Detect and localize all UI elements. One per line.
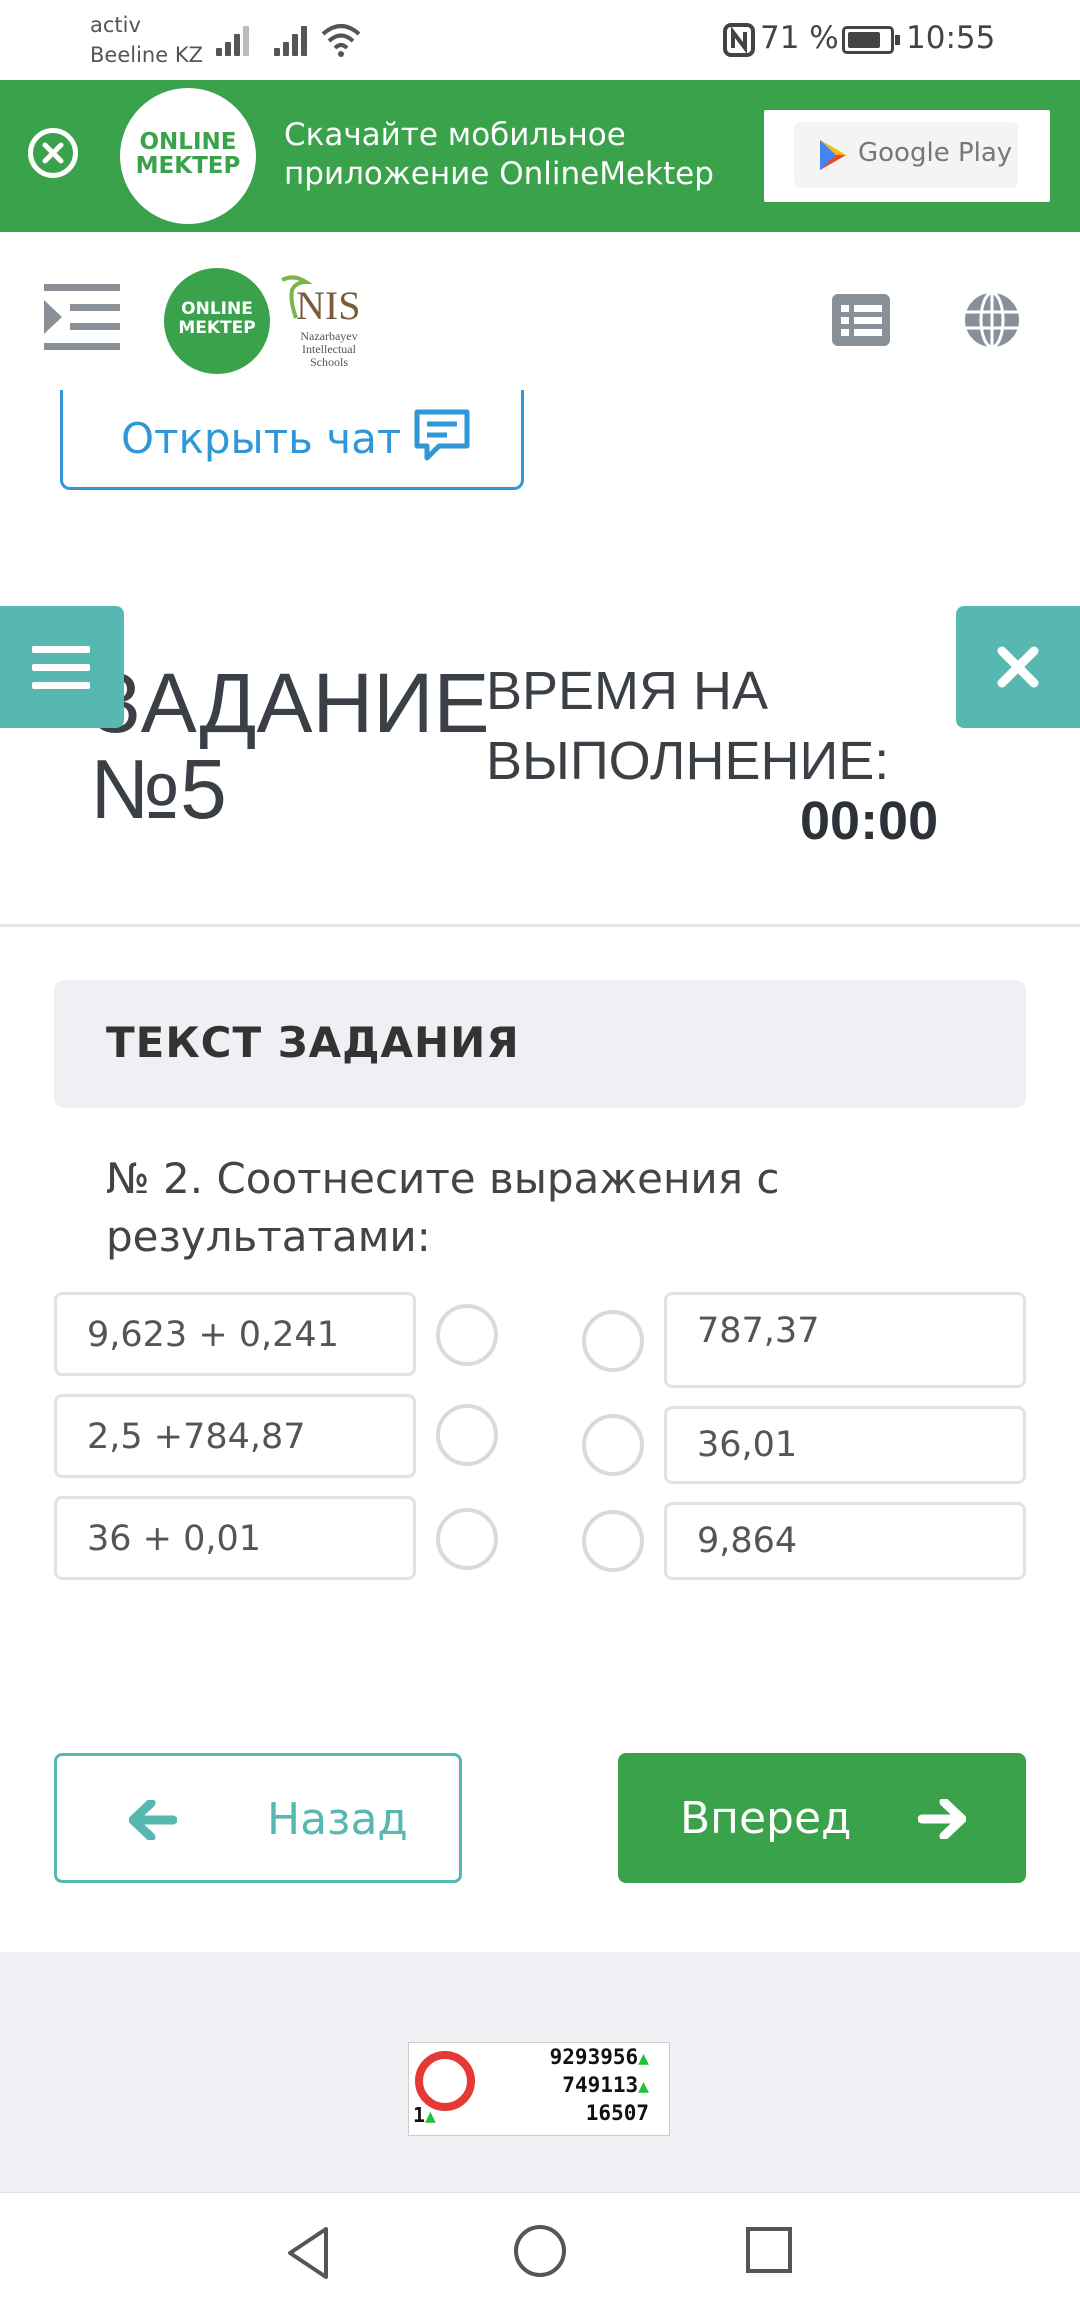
up-triangle-icon: ▲ [638, 2048, 649, 2069]
next-button[interactable]: Вперед [618, 1753, 1026, 1883]
carrier-line2: Beeline KZ [90, 43, 203, 67]
right-match-radio-1[interactable] [582, 1310, 644, 1372]
up-triangle-icon: ▲ [638, 2076, 649, 2097]
app-promo-banner: ONLINE MEKTEP Скачайте мобильное приложе… [0, 80, 1080, 232]
back-triangle-icon[interactable] [282, 2223, 334, 2283]
nis-sub3: Schools [309, 355, 348, 369]
close-banner-button[interactable] [28, 128, 78, 178]
right-item-label: 787,37 [697, 1311, 820, 1351]
wifi-icon [321, 24, 361, 57]
left-item-3[interactable]: 36 + 0,01 [54, 1496, 416, 1580]
google-play-badge: Google Play [794, 122, 1018, 188]
left-item-2[interactable]: 2,5 +784,87 [54, 1394, 416, 1478]
close-icon [42, 142, 64, 164]
status-bar: activ Beeline KZ 71 % 10:55 [0, 0, 1080, 80]
close-icon [997, 646, 1039, 688]
site-header: ONLINE MEKTEP NIS Nazarbayev Intellectua… [0, 232, 1080, 402]
header-logo-line1: ONLINE [181, 299, 253, 319]
counter-line1: 9293956 [549, 2045, 639, 2069]
question-text: № 2. Соотнесите выражения с результатами… [106, 1154, 780, 1261]
arrow-right-icon [918, 1799, 966, 1839]
right-item-3[interactable]: 9,864 [664, 1502, 1026, 1580]
left-item-1[interactable]: 9,623 + 0,241 [54, 1292, 416, 1376]
header-logo-line2: MEKTEP [178, 318, 256, 338]
task-title: ЗАДАНИЕ №5 [90, 660, 490, 832]
open-chat-button[interactable]: Открыть чат [60, 390, 524, 490]
counter-line2: 749113 [562, 2073, 639, 2097]
signal-icon [216, 24, 252, 56]
google-play-button[interactable]: Google Play [764, 110, 1050, 202]
right-match-radio-2[interactable] [582, 1414, 644, 1476]
banner-text-line2: приложение OnlineMektep [284, 156, 714, 192]
task-title-line2: №5 [90, 742, 227, 836]
arrow-left-icon [129, 1800, 177, 1840]
google-play-label: Google Play [858, 138, 1013, 168]
nis-subtitle: Nazarbayev Intellectual Schools [294, 330, 364, 369]
home-circle-icon[interactable] [512, 2223, 568, 2279]
time-label: ВРЕМЯ НА ВЫПОЛНЕНИЕ: [486, 656, 889, 796]
right-item-label: 36,01 [697, 1425, 798, 1465]
nis-title: NIS [296, 283, 361, 328]
banner-text-line1: Скачайте мобильное [284, 117, 626, 153]
visit-counter: 9293956▲ 749113▲ 16507 1▲ [408, 2042, 670, 2136]
time-label-line1: ВРЕМЯ НА [486, 661, 769, 721]
clock: 10:55 [906, 20, 996, 56]
time-label-line2: ВЫПОЛНЕНИЕ: [486, 731, 890, 791]
left-match-radio-1[interactable] [436, 1304, 498, 1366]
left-match-radio-2[interactable] [436, 1404, 498, 1466]
left-item-label: 36 + 0,01 [87, 1519, 262, 1559]
task-text-heading: ТЕКСТ ЗАДАНИЯ [106, 1018, 520, 1067]
open-chat-label: Открыть чат [121, 414, 402, 463]
menu-collapse-icon[interactable] [44, 282, 120, 352]
hamburger-icon [32, 646, 90, 689]
list-view-icon[interactable] [832, 294, 890, 346]
battery-icon [842, 26, 900, 54]
left-item-label: 9,623 + 0,241 [87, 1315, 339, 1355]
logo-text-line2: MEKTEP [135, 153, 241, 179]
divider [0, 924, 1080, 927]
right-item-2[interactable]: 36,01 [664, 1406, 1026, 1484]
task-title-line1: ЗАДАНИЕ [90, 656, 490, 750]
carrier-line1: activ [90, 13, 141, 37]
play-store-icon [820, 140, 846, 170]
left-match-radio-3[interactable] [436, 1508, 498, 1570]
left-item-label: 2,5 +784,87 [87, 1417, 306, 1457]
onlinemektep-header-logo[interactable]: ONLINE MEKTEP [164, 268, 270, 374]
nis-logo: NIS Nazarbayev Intellectual Schools [276, 272, 376, 372]
right-match-radio-3[interactable] [582, 1510, 644, 1572]
right-item-label: 9,864 [697, 1521, 798, 1561]
carrier-info: activ Beeline KZ [90, 10, 203, 70]
banner-text: Скачайте мобильное приложение OnlineMekt… [284, 116, 714, 194]
timer-value: 00:00 [800, 791, 939, 851]
side-menu-button[interactable] [0, 606, 124, 728]
counter-left-num: 1 [413, 2103, 426, 2127]
nfc-icon [723, 23, 755, 57]
chat-icon [414, 409, 470, 461]
task-text-header: ТЕКСТ ЗАДАНИЯ [54, 980, 1026, 1108]
onlinemektep-logo: ONLINE MEKTEP [120, 88, 256, 224]
up-triangle-icon: ▲ [425, 2106, 436, 2127]
battery-percent: 71 % [760, 20, 839, 56]
right-item-1[interactable]: 787,37 [664, 1292, 1026, 1388]
globe-icon[interactable] [962, 290, 1022, 350]
system-nav-bar [0, 2192, 1080, 2313]
close-task-button[interactable] [956, 606, 1080, 728]
logo-text-line1: ONLINE [139, 129, 237, 155]
back-label: Назад [267, 1794, 408, 1845]
signal-icon-2 [274, 24, 310, 56]
next-label: Вперед [680, 1793, 852, 1844]
recents-square-icon[interactable] [744, 2225, 794, 2275]
back-button[interactable]: Назад [54, 1753, 462, 1883]
counter-line3: 16507 [585, 2101, 649, 2125]
